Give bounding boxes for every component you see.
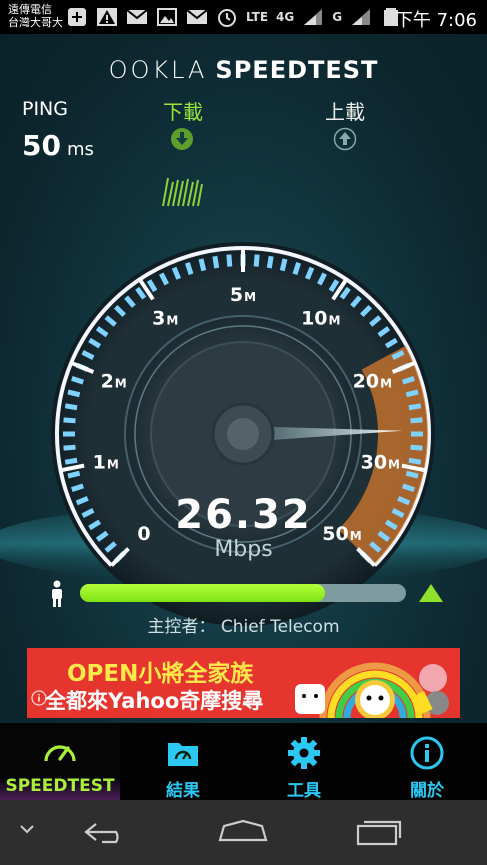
warning-icon <box>97 8 117 26</box>
test-progress-bar <box>80 584 406 602</box>
gauge-minor-tick <box>64 403 78 411</box>
app-logo: OOKLA SPEEDTEST <box>0 56 487 84</box>
ping-label: PING <box>22 98 68 120</box>
host-label: 主控者： <box>147 617 216 637</box>
chevron-down-icon[interactable] <box>18 822 36 836</box>
ad-headline: OPEN小將全家族 <box>67 661 254 687</box>
recent-apps-icon[interactable] <box>354 816 406 848</box>
server-marker-icon <box>419 584 443 602</box>
test-progress-fill <box>80 584 325 602</box>
download-label: 下載 <box>163 100 203 124</box>
gauge-minor-tick <box>266 255 274 269</box>
alarm-icon <box>218 9 236 27</box>
gauge-minor-tick <box>410 417 423 424</box>
person-icon <box>52 580 62 607</box>
gauge-minor-tick <box>184 262 194 275</box>
signal-bars-icon <box>304 9 323 25</box>
host-info: 主控者： Chief Telecom <box>0 612 487 637</box>
tab-label: 結果 <box>166 781 200 801</box>
gauge-minor-tick <box>408 457 422 465</box>
speed-gauge: 01M2M3M5M10M20M30M50M <box>0 242 487 626</box>
gauge-minor-tick <box>279 258 288 272</box>
ad-info-icon[interactable] <box>31 690 47 706</box>
gauge-minor-tick <box>408 403 422 411</box>
host-name[interactable]: Chief Telecom <box>221 617 340 637</box>
gauge-minor-tick <box>67 470 81 479</box>
app-tab-bar: SPEEDTEST 結果 工具 關於 <box>0 723 487 801</box>
home-icon[interactable] <box>216 818 270 846</box>
gauge-minor-tick <box>405 470 419 479</box>
mail-icon <box>186 9 208 24</box>
upload-label: 上載 <box>325 100 365 124</box>
carrier-line-1: 遠傳電信 <box>8 3 52 16</box>
gauge-minor-tick <box>64 457 78 465</box>
tab-about[interactable]: 關於 <box>367 723 487 801</box>
speedtest-screen: OOKLA SPEEDTEST PING 50 ms 下載 上載 0 1M 2M… <box>0 34 487 723</box>
ping-number: 50 <box>22 129 61 162</box>
gauge-minor-tick <box>71 483 84 493</box>
tab-speedtest[interactable]: SPEEDTEST <box>0 723 120 800</box>
ping-unit: ms <box>66 139 94 160</box>
gauge-minor-tick <box>71 375 84 385</box>
tab-label: SPEEDTEST <box>5 776 115 796</box>
mail-icon <box>126 9 148 24</box>
ad-character-illustration <box>295 662 449 718</box>
gauge-minor-tick <box>253 254 260 267</box>
3g-signal-icon: G <box>332 10 343 24</box>
tab-label: 工具 <box>287 781 321 801</box>
add-icon <box>68 8 86 26</box>
gear-icon <box>288 737 320 769</box>
clock: 下午 7:06 <box>394 10 477 31</box>
image-icon <box>157 8 177 26</box>
gauge-minor-tick <box>292 262 302 275</box>
carrier-line-2: 台灣大哥大 <box>8 16 63 29</box>
system-navigation-bar <box>0 800 487 865</box>
speed-unit: Mbps <box>214 537 273 562</box>
back-icon[interactable] <box>82 818 132 846</box>
brand-speedtest: SPEEDTEST <box>215 56 379 84</box>
download-sparkline <box>162 177 203 207</box>
gauge-minor-tick <box>402 375 415 385</box>
gauge-minor-tick <box>405 389 419 398</box>
gauge-minor-tick <box>198 258 207 272</box>
download-arrow-icon <box>171 128 193 150</box>
gauge-minor-tick <box>63 417 76 424</box>
gauge-hub-center <box>227 418 259 450</box>
ad-banner[interactable]: OPEN小將全家族 全都來Yahoo奇摩搜尋 <box>27 648 460 718</box>
ping-value: 50 ms <box>22 129 94 162</box>
gauge-minor-tick <box>67 389 81 398</box>
signal-bars-icon-2 <box>352 9 371 25</box>
upload-arrow-icon <box>333 127 357 151</box>
gauge-minor-tick <box>212 255 220 269</box>
ad-subline: 全都來Yahoo奇摩搜尋 <box>45 689 264 713</box>
gauge-icon <box>44 745 76 762</box>
gauge-minor-tick <box>226 254 233 267</box>
status-bar: 遠傳電信 台灣大哥大 LTE 4G G 下午 7:06 <box>0 0 487 34</box>
lte-signal-icon: LTE <box>246 10 269 24</box>
tab-results[interactable]: 結果 <box>123 723 243 801</box>
folder-icon <box>168 743 198 766</box>
gauge-minor-tick <box>410 444 423 451</box>
tab-tools[interactable]: 工具 <box>244 723 364 801</box>
speed-value: 26.32 <box>175 492 312 538</box>
gauge-minor-tick <box>402 483 415 493</box>
tab-label: 關於 <box>410 781 444 801</box>
gauge-minor-tick <box>63 444 76 451</box>
info-icon <box>410 736 444 770</box>
carrier-name: 遠傳電信 台灣大哥大 <box>8 3 63 29</box>
brand-ookla: OOKLA <box>108 56 208 84</box>
4g-signal-icon: 4G <box>276 10 295 24</box>
